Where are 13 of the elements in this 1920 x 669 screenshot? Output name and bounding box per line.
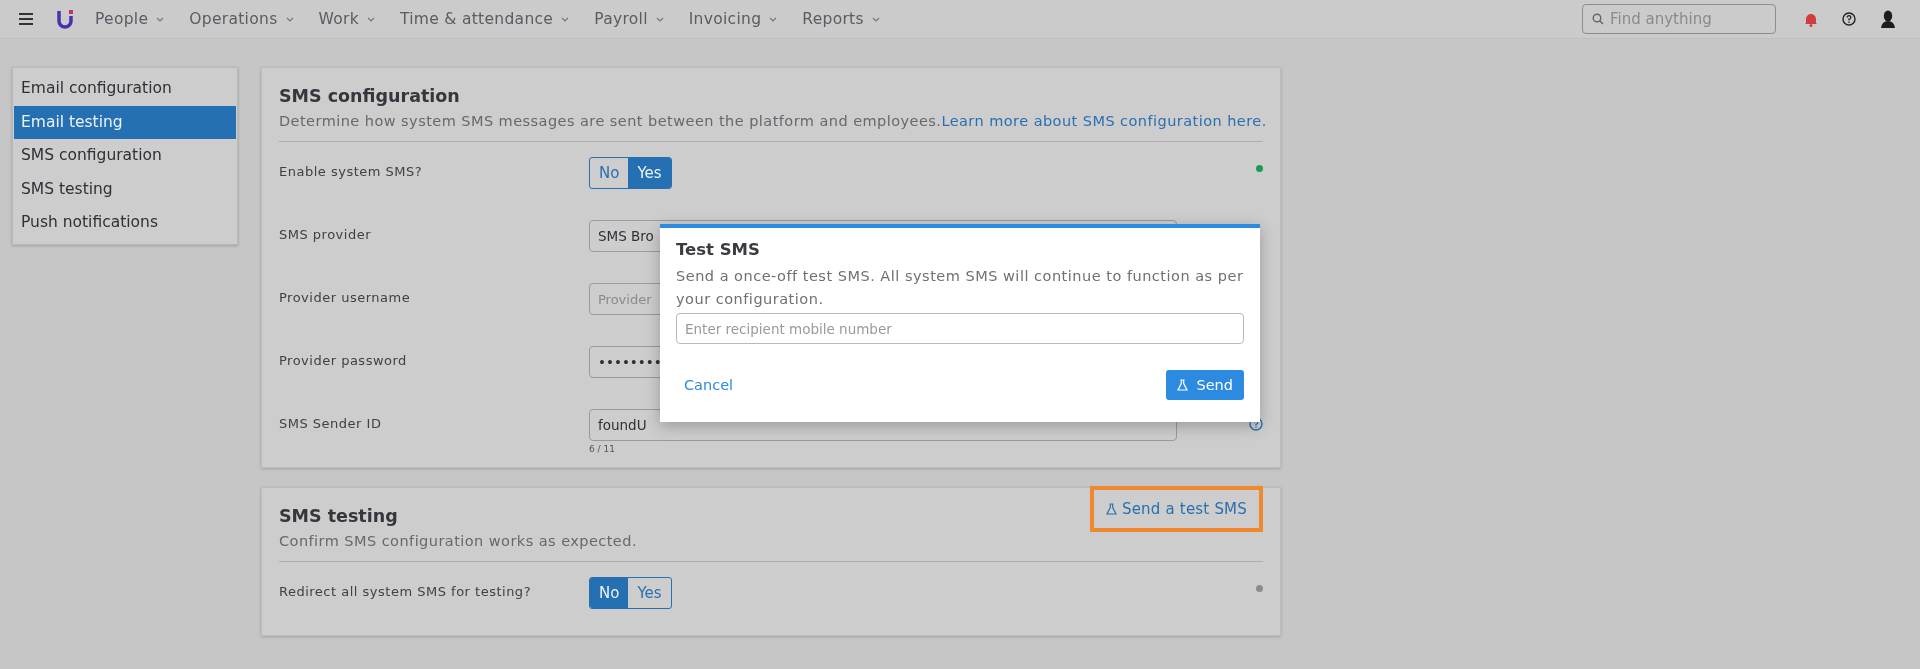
setting-label: Provider username: [279, 289, 412, 305]
section-description: Confirm SMS configuration works as expected.: [279, 533, 638, 549]
dialog-title: Test SMS: [676, 240, 761, 259]
section-title: SMS testing: [279, 506, 399, 526]
character-counter: 6 / 11: [589, 444, 616, 454]
setting-label: SMS Sender ID: [279, 415, 383, 431]
setting-label: Enable system SMS?: [279, 163, 424, 179]
dialog-message: Send a once-off test SMS. All system SMS will continue to function as per your configuration.: [676, 267, 1244, 309]
section-description: Determine how system SMS messages are sent between the platform and employees.Learn more about SMS configuration here.: [279, 113, 1267, 129]
setting-label: SMS provider: [279, 226, 373, 242]
setting-label: Redirect all system SMS for testing?: [279, 583, 533, 599]
section-title: SMS configuration: [279, 86, 461, 106]
setting-label: Provider password: [279, 352, 408, 368]
